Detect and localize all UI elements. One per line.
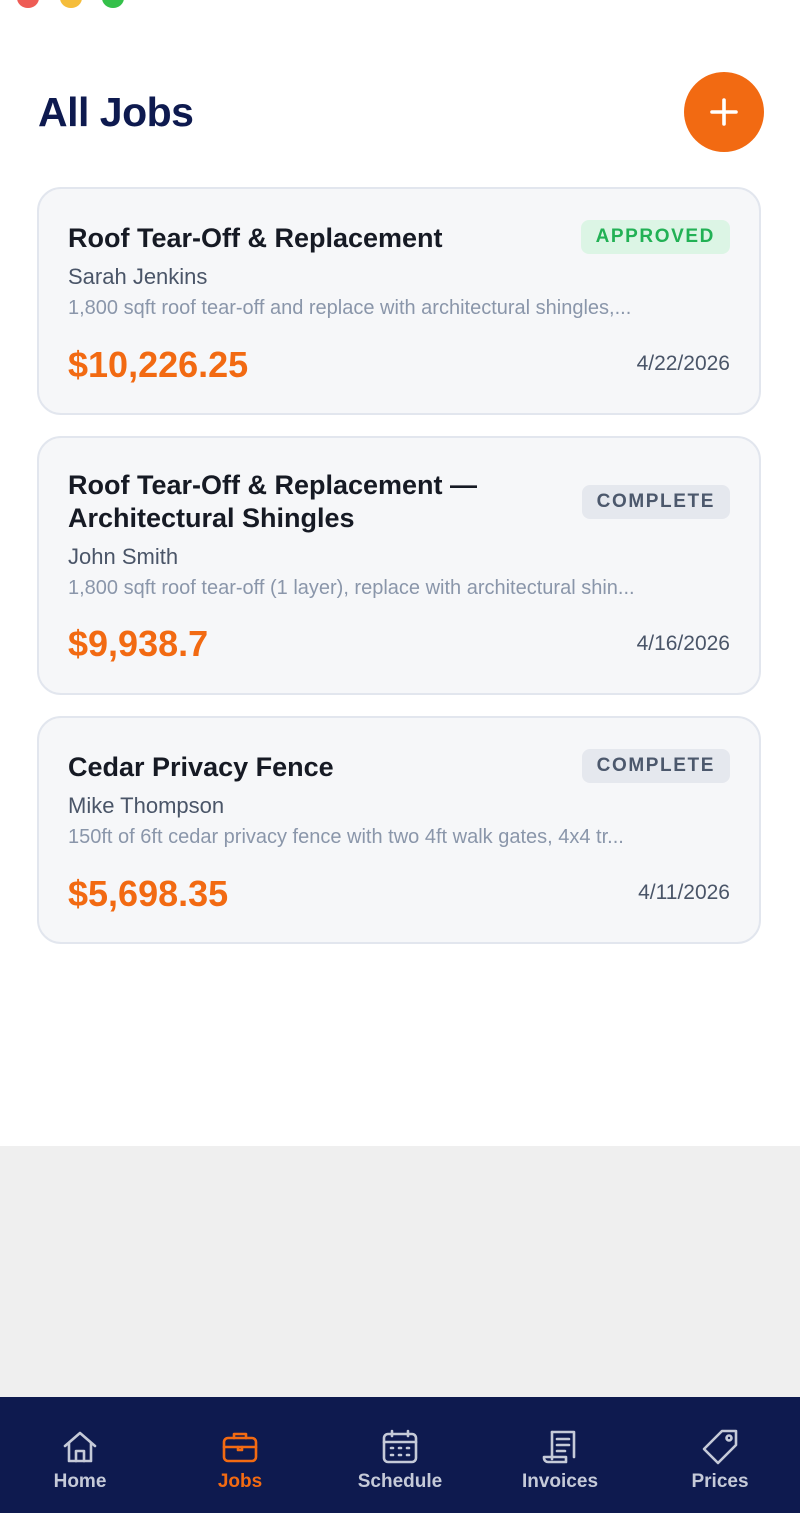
tab-home[interactable]: Home: [0, 1397, 160, 1513]
status-badge: APPROVED: [580, 220, 730, 254]
job-amount: $5,698.35: [68, 873, 229, 914]
tab-jobs[interactable]: Jobs: [160, 1397, 320, 1513]
calendar-icon: [382, 1429, 418, 1464]
job-card[interactable]: Roof Tear-Off & Replacement APPROVED Sar…: [37, 187, 761, 415]
job-customer: John Smith: [68, 544, 179, 569]
job-title: Roof Tear-Off & Replacement — Architectu…: [68, 470, 478, 533]
job-description: 1,800 sqft roof tear-off and replace wit…: [68, 297, 632, 319]
status-badge: COMPLETE: [581, 485, 730, 519]
tab-label: Home: [53, 1471, 107, 1492]
plus-icon: [710, 98, 738, 126]
page-title: All Jobs: [38, 89, 194, 135]
empty-area: [0, 1146, 800, 1397]
job-date: 4/22/2026: [636, 352, 730, 375]
job-customer: Mike Thompson: [68, 793, 225, 818]
job-description: 1,800 sqft roof tear-off (1 layer), repl…: [68, 577, 635, 599]
bottom-tab-bar: Home Jobs Schedule Invoices Prices: [0, 1397, 800, 1513]
job-card[interactable]: Roof Tear-Off & Replacement — Architectu…: [37, 436, 761, 695]
tab-label: Invoices: [521, 1471, 599, 1492]
tab-prices[interactable]: Prices: [640, 1397, 800, 1513]
tag-icon: [702, 1429, 738, 1465]
zoom-window-button[interactable]: [102, 0, 124, 8]
job-amount: $9,938.7: [68, 623, 209, 664]
job-amount: $10,226.25: [68, 344, 249, 385]
job-date: 4/16/2026: [636, 632, 730, 655]
tab-label: Schedule: [357, 1471, 443, 1492]
job-description: 150ft of 6ft cedar privacy fence with tw…: [68, 826, 624, 848]
job-title: Roof Tear-Off & Replacement: [68, 223, 443, 253]
tab-label: Prices: [691, 1471, 749, 1492]
job-card[interactable]: Cedar Privacy Fence COMPLETE Mike Thomps…: [37, 716, 761, 944]
add-job-button[interactable]: [684, 72, 764, 152]
home-icon: [63, 1431, 97, 1463]
minimize-window-button[interactable]: [60, 0, 82, 8]
job-title: Cedar Privacy Fence: [68, 752, 334, 782]
close-window-button[interactable]: [17, 0, 39, 8]
job-customer: Sarah Jenkins: [68, 264, 208, 289]
tab-label: Jobs: [217, 1471, 263, 1492]
invoice-icon: [542, 1430, 576, 1464]
tab-invoices[interactable]: Invoices: [480, 1397, 640, 1513]
briefcase-icon: [222, 1432, 258, 1463]
job-date: 4/11/2026: [638, 881, 730, 904]
tab-schedule[interactable]: Schedule: [320, 1397, 480, 1513]
window-titlebar: [0, 0, 800, 8]
status-badge: COMPLETE: [581, 749, 730, 783]
